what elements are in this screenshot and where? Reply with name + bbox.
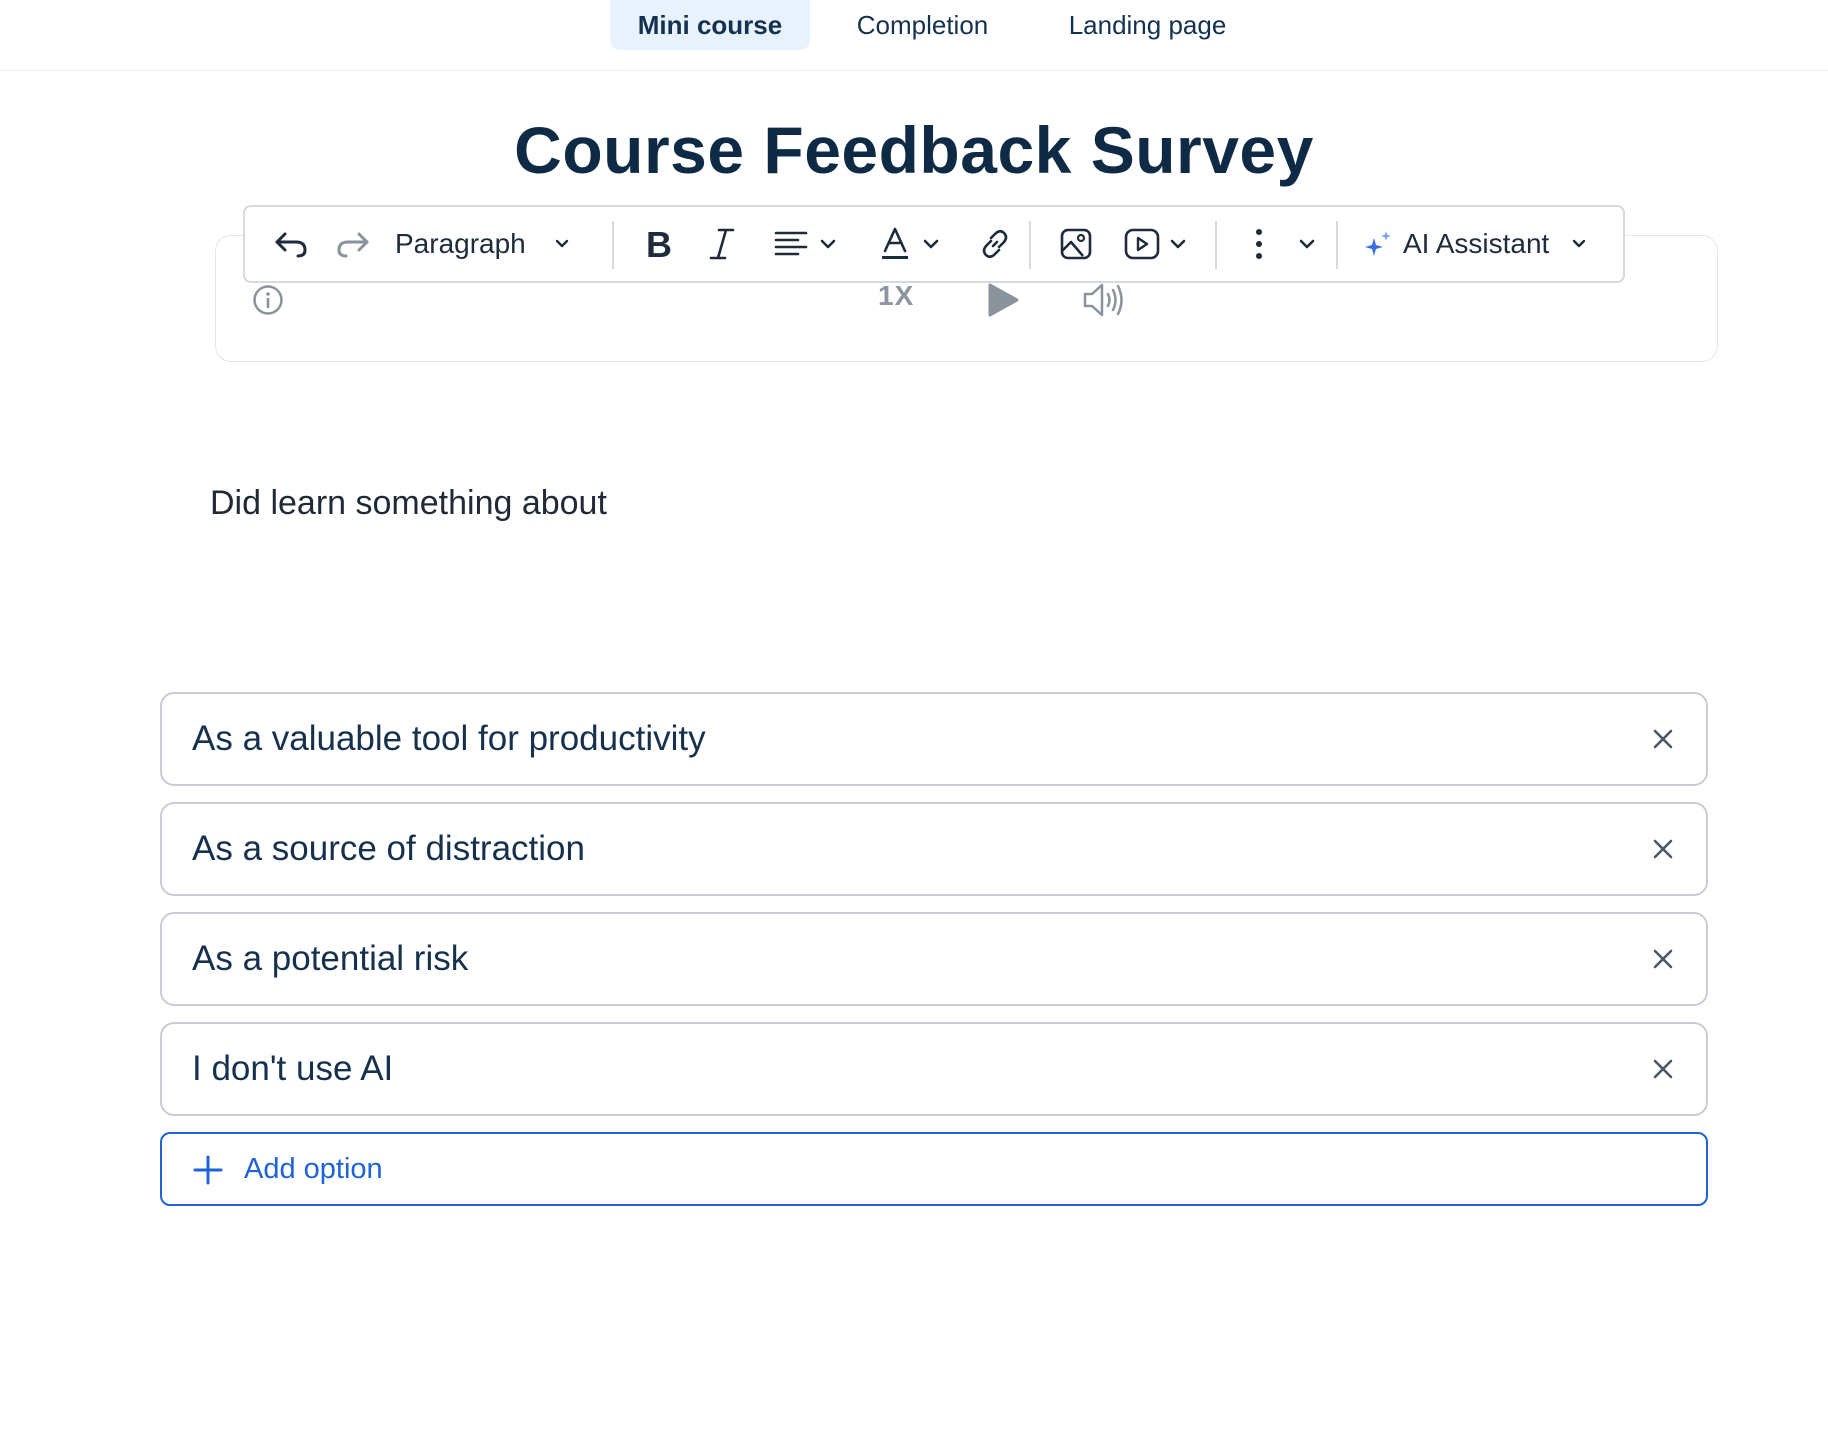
more-options-dropdown[interactable] <box>1240 207 1330 281</box>
question-text[interactable]: Did learn something about <box>210 484 607 523</box>
video-icon <box>1123 227 1161 261</box>
add-option-label: Add option <box>244 1152 383 1185</box>
answer-option[interactable]: As a valuable tool for productivity <box>160 692 1708 786</box>
answer-option-text[interactable]: I don't use AI <box>192 1024 393 1114</box>
bold-icon[interactable]: B <box>633 207 683 281</box>
sparkle-icon <box>1363 228 1395 260</box>
play-icon[interactable] <box>986 282 1020 318</box>
page-title: Course Feedback Survey <box>514 113 1314 187</box>
chevron-down-icon <box>554 238 570 250</box>
italic-icon[interactable] <box>697 207 747 281</box>
tab-landing-page[interactable]: Landing page <box>1040 0 1255 50</box>
chevron-down-icon <box>922 238 940 250</box>
text-color-icon <box>880 226 910 262</box>
add-option-button[interactable]: Add option <box>160 1132 1708 1206</box>
close-icon[interactable] <box>1642 718 1684 760</box>
answer-option[interactable]: As a source of distraction <box>160 802 1708 896</box>
close-icon[interactable] <box>1642 938 1684 980</box>
plus-icon <box>192 1154 224 1186</box>
toolbar-divider <box>1215 221 1217 269</box>
link-icon[interactable] <box>970 207 1020 281</box>
close-icon[interactable] <box>1642 1048 1684 1090</box>
chevron-down-icon <box>819 238 837 250</box>
svg-text:B: B <box>646 227 672 261</box>
chevron-down-icon <box>1298 238 1316 250</box>
answer-option-text[interactable]: As a potential risk <box>192 914 468 1004</box>
ai-assistant-dropdown[interactable]: AI Assistant <box>1363 207 1603 281</box>
block-type-label: Paragraph <box>395 228 526 259</box>
tab-mini-course[interactable]: Mini course <box>610 0 810 50</box>
chevron-down-icon <box>1169 238 1187 250</box>
chevron-down-icon <box>1571 238 1587 250</box>
undo-icon[interactable] <box>267 207 315 281</box>
toolbar-divider <box>1336 221 1338 269</box>
tab-completion[interactable]: Completion <box>830 0 1015 50</box>
playback-speed-button[interactable]: 1X <box>878 280 914 312</box>
close-icon[interactable] <box>1642 828 1684 870</box>
block-type-dropdown[interactable]: Paragraph <box>395 207 595 281</box>
answer-option-text[interactable]: As a source of distraction <box>192 804 585 894</box>
editor-toolbar: Paragraph B AI Assistant <box>243 205 1625 283</box>
video-dropdown[interactable] <box>1115 207 1195 281</box>
top-tab-bar: Mini course Completion Landing page <box>0 0 1828 71</box>
more-vertical-icon <box>1254 227 1264 261</box>
info-icon[interactable] <box>252 284 284 316</box>
toolbar-divider <box>612 221 614 269</box>
answer-option[interactable]: I don't use AI <box>160 1022 1708 1116</box>
answer-option-text[interactable]: As a valuable tool for productivity <box>192 694 706 784</box>
image-icon[interactable] <box>1051 207 1101 281</box>
ai-assistant-label: AI Assistant <box>1403 228 1550 259</box>
align-left-icon <box>773 229 809 259</box>
redo-icon[interactable] <box>329 207 377 281</box>
answer-option[interactable]: As a potential risk <box>160 912 1708 1006</box>
align-dropdown[interactable] <box>765 207 845 281</box>
toolbar-divider <box>1029 221 1031 269</box>
volume-icon[interactable] <box>1082 280 1128 320</box>
text-color-dropdown[interactable] <box>870 207 950 281</box>
